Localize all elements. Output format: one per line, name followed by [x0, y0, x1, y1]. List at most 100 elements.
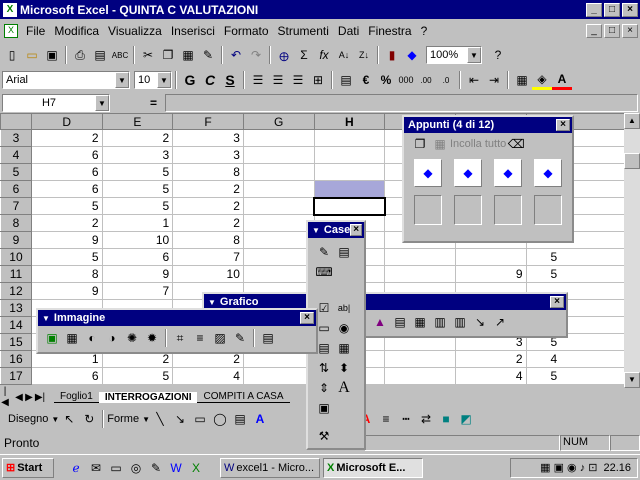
- print-preview-icon[interactable]: ▤: [90, 45, 110, 65]
- cell-k[interactable]: 5: [525, 248, 626, 266]
- cell-f[interactable]: 2: [172, 214, 244, 232]
- cell-g[interactable]: [242, 163, 315, 181]
- italic-button[interactable]: C: [200, 70, 220, 90]
- euro-button[interactable]: €: [356, 70, 376, 90]
- chevron-down-icon[interactable]: ▼: [208, 298, 216, 307]
- align-left-icon[interactable]: ☰: [248, 70, 268, 90]
- combobox-icon[interactable]: ▦: [334, 338, 354, 358]
- active-cell[interactable]: [313, 196, 386, 216]
- row-header[interactable]: 16: [0, 350, 32, 368]
- menu-finestra[interactable]: Finestra: [368, 24, 411, 38]
- maximize-button[interactable]: □: [604, 2, 620, 17]
- row-header[interactable]: 14: [0, 316, 32, 334]
- cell-f[interactable]: 10: [172, 265, 244, 283]
- channels-icon[interactable]: ◎: [126, 458, 146, 478]
- cell-g[interactable]: [242, 146, 315, 164]
- function-icon[interactable]: fx: [314, 45, 334, 65]
- save-icon[interactable]: ▣: [42, 45, 62, 65]
- label-control-icon[interactable]: A: [334, 378, 354, 398]
- cell-f[interactable]: 2: [172, 180, 244, 198]
- clip-item-icon[interactable]: ◆: [414, 159, 442, 187]
- chevron-down-icon[interactable]: ▼: [51, 415, 59, 424]
- clipboard-palette[interactable]: Appunti (4 di 12) × ❐ ▦ Incolla tutto ⌫ …: [402, 115, 574, 243]
- cell-j[interactable]: 4: [454, 367, 527, 385]
- sheet-tab-compiti[interactable]: COMPITI A CASA: [197, 391, 290, 403]
- cell-e[interactable]: 9: [101, 265, 174, 283]
- cell-d[interactable]: 6: [30, 146, 103, 164]
- column-header-g[interactable]: G: [242, 113, 315, 130]
- select-objects-icon[interactable]: ↖: [59, 409, 79, 429]
- cell-f[interactable]: 3: [172, 146, 244, 164]
- cell-f[interactable]: 7: [172, 248, 244, 266]
- more-contrast-icon[interactable]: ◐: [82, 328, 102, 348]
- font-select[interactable]: Arial ▼: [2, 71, 130, 89]
- row-header[interactable]: 12: [0, 282, 32, 300]
- prev-sheet-arrow-icon[interactable]: ◀: [14, 392, 24, 403]
- excel-icon[interactable]: X: [186, 458, 206, 478]
- legend-icon[interactable]: ▤: [390, 312, 410, 332]
- clear-clipboard-icon[interactable]: ⌫: [506, 134, 526, 154]
- copy-icon[interactable]: ❐: [158, 45, 178, 65]
- cell-h[interactable]: [313, 146, 386, 164]
- more-brightness-icon[interactable]: ✺: [122, 328, 142, 348]
- align-right-icon[interactable]: ☰: [288, 70, 308, 90]
- cell-g[interactable]: [242, 248, 315, 266]
- next-sheet-arrow-icon[interactable]: ▶: [24, 392, 34, 403]
- workbook-icon[interactable]: X: [4, 24, 18, 38]
- bold-button[interactable]: G: [180, 70, 200, 90]
- arrow-icon[interactable]: ↘: [170, 409, 190, 429]
- row-header[interactable]: 11: [0, 265, 32, 283]
- percent-button[interactable]: %: [376, 70, 396, 90]
- less-contrast-icon[interactable]: ◑: [102, 328, 122, 348]
- excel-app-icon[interactable]: X: [3, 2, 17, 17]
- scroll-thumb[interactable]: [624, 153, 640, 169]
- sheet-tab-interrogazioni[interactable]: INTERROGAZIONI: [98, 391, 198, 403]
- cell-e[interactable]: 2: [101, 129, 174, 147]
- zoom-select[interactable]: 100% ▼: [426, 46, 482, 64]
- cell-e[interactable]: 5: [101, 367, 174, 385]
- cell-d[interactable]: 6: [30, 163, 103, 181]
- menu-strumenti[interactable]: Strumenti: [278, 24, 329, 38]
- print-icon[interactable]: ⎙: [70, 45, 90, 65]
- paste-all-button[interactable]: Incolla tutto: [450, 138, 506, 150]
- menu-visualizza[interactable]: Visualizza: [108, 24, 162, 38]
- redo-icon[interactable]: ↷: [246, 45, 266, 65]
- chevron-down-icon[interactable]: ▼: [312, 226, 320, 235]
- scroll-up-arrow-icon[interactable]: ▲: [624, 113, 640, 129]
- cell-k[interactable]: 4: [525, 350, 626, 368]
- task-excel1[interactable]: W excel1 - Micro...: [220, 457, 320, 478]
- design-mode-icon[interactable]: ✎: [314, 242, 334, 262]
- cell-f[interactable]: 4: [172, 367, 244, 385]
- drawing-icon[interactable]: ◆: [402, 45, 422, 65]
- row-header[interactable]: 3: [0, 129, 32, 147]
- minimize-button[interactable]: _: [586, 2, 602, 17]
- cell-f[interactable]: 8: [172, 231, 244, 249]
- cell-g[interactable]: [242, 231, 315, 249]
- cell-d[interactable]: 6: [30, 180, 103, 198]
- spelling-icon[interactable]: ABC: [110, 45, 130, 65]
- textbox-icon[interactable]: ▤: [230, 409, 250, 429]
- close-icon[interactable]: ×: [556, 119, 570, 131]
- increase-decimal-icon[interactable]: .00: [416, 70, 436, 90]
- quicklaunch-icon[interactable]: ✎: [146, 458, 166, 478]
- reset-picture-icon[interactable]: ▤: [258, 328, 278, 348]
- row-header[interactable]: 8: [0, 214, 32, 232]
- cell-h[interactable]: [313, 180, 386, 198]
- currency-icon[interactable]: ▤: [336, 70, 356, 90]
- 3d-icon[interactable]: ◩: [456, 409, 476, 429]
- cell-g[interactable]: [242, 367, 315, 385]
- set-transparent-icon[interactable]: ✎: [230, 328, 250, 348]
- clip-item-icon[interactable]: ◆: [534, 159, 562, 187]
- free-rotate-icon[interactable]: ↻: [79, 409, 99, 429]
- vertical-scrollbar[interactable]: ▲ ▼: [624, 113, 640, 388]
- cell-d[interactable]: 2: [30, 129, 103, 147]
- cell-h[interactable]: [313, 129, 386, 147]
- paste-icon[interactable]: ▦: [178, 45, 198, 65]
- font-color-icon[interactable]: A: [552, 70, 572, 90]
- first-sheet-arrow-icon[interactable]: |◀: [0, 386, 10, 408]
- angle-text-down-icon[interactable]: ↘: [470, 312, 490, 332]
- doc-close-button[interactable]: ×: [622, 24, 638, 38]
- cell-d[interactable]: 8: [30, 265, 103, 283]
- cell-g[interactable]: [242, 197, 315, 215]
- merge-center-icon[interactable]: ⊞: [308, 70, 328, 90]
